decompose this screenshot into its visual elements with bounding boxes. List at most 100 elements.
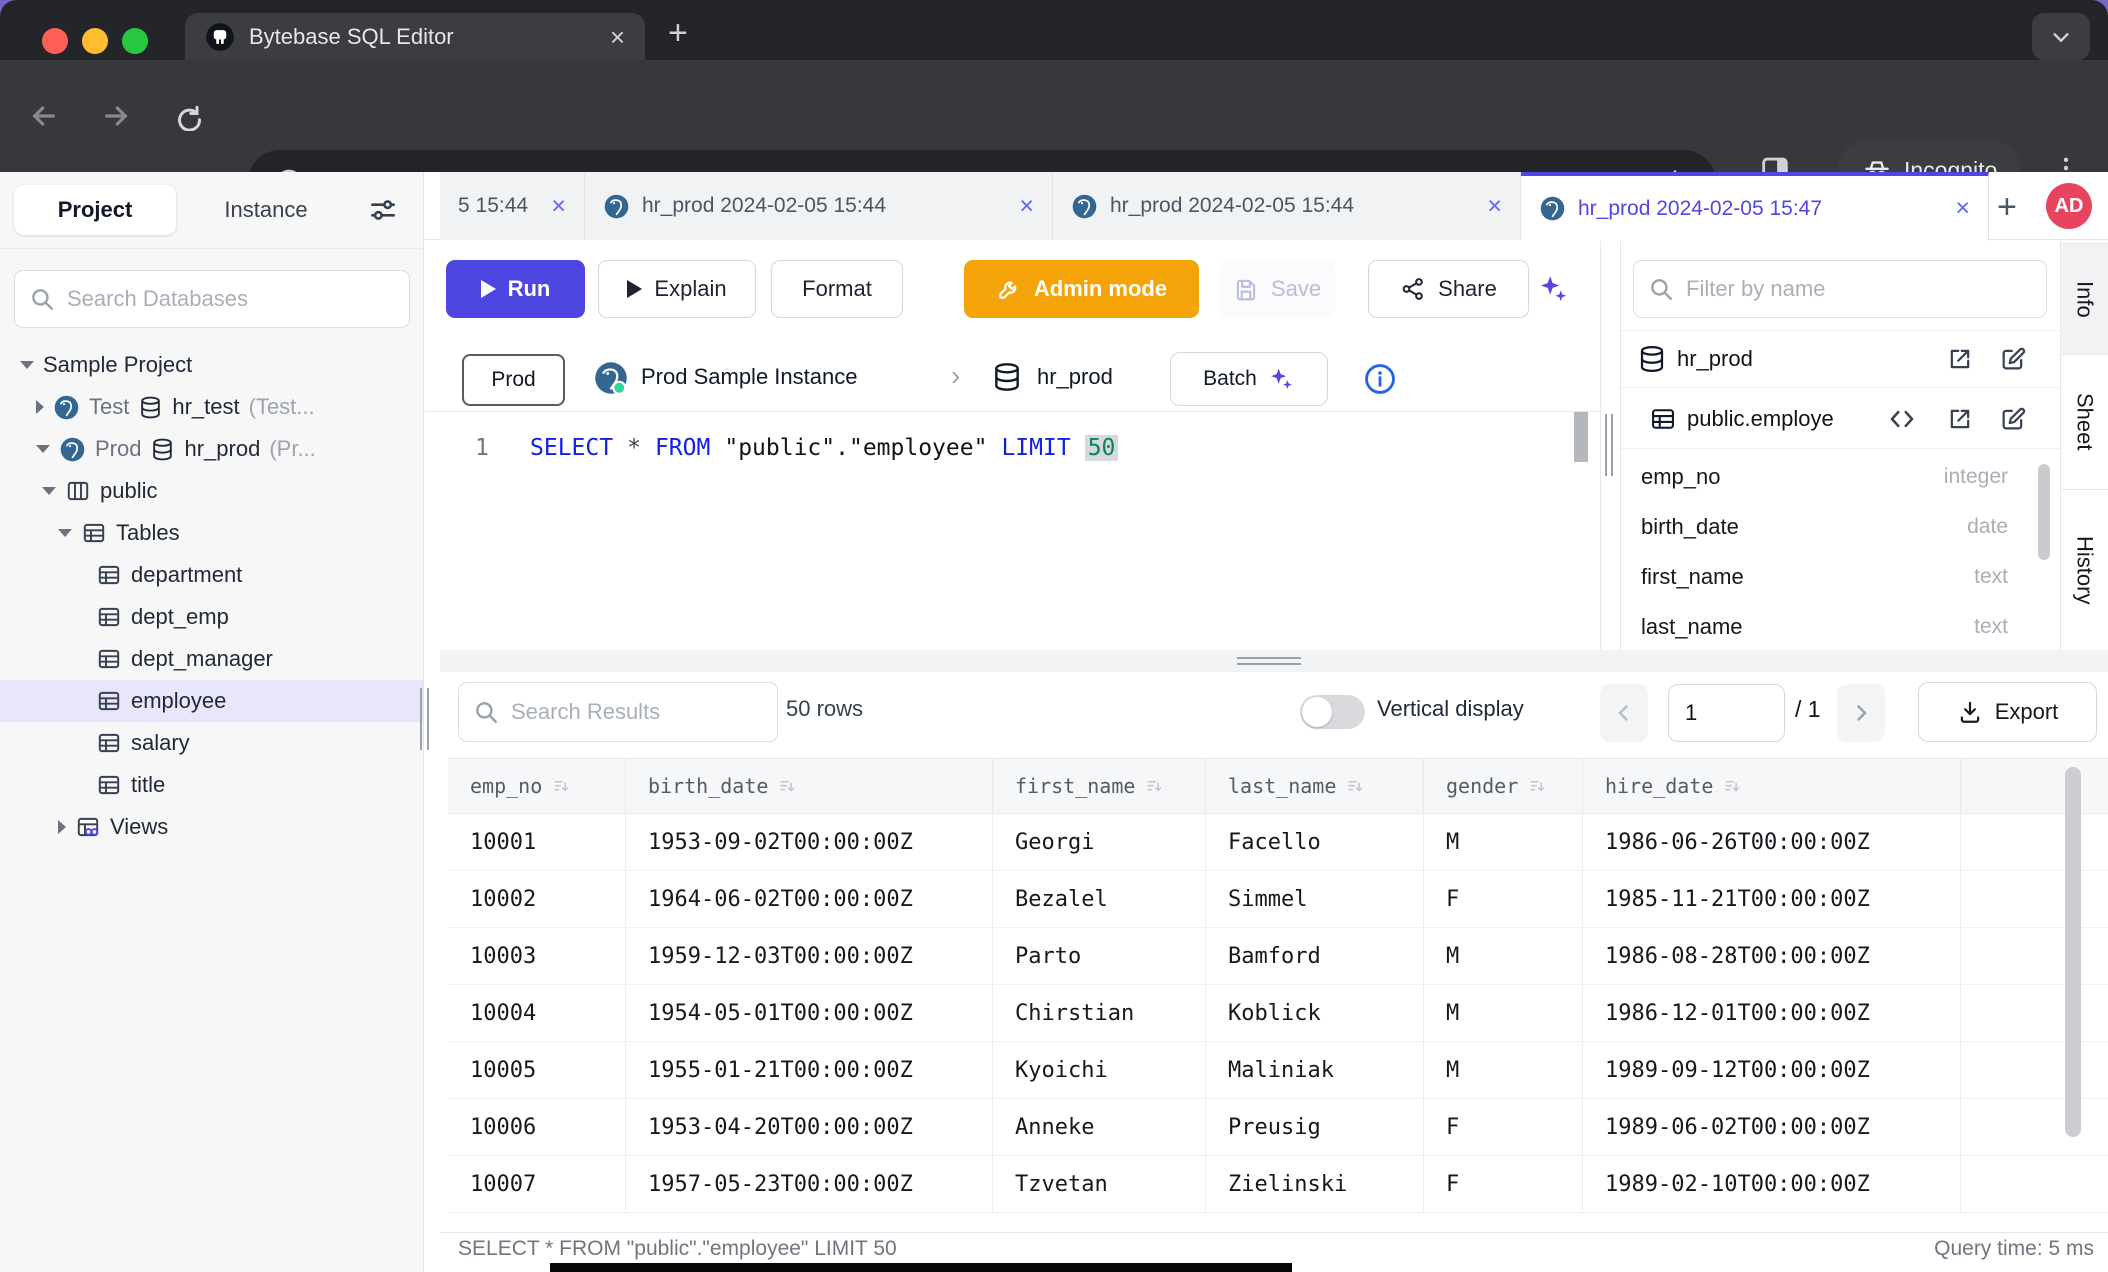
chevron-right-icon[interactable]	[58, 820, 66, 834]
new-query-tab-icon[interactable]: +	[1997, 188, 2017, 227]
column-header-birth-date[interactable]: birth_date	[626, 759, 993, 813]
schema-filter-input[interactable]	[1684, 275, 2032, 303]
avatar[interactable]: AD	[2046, 183, 2092, 229]
reload-icon[interactable]	[172, 101, 202, 131]
table-row[interactable]: 10003 1959-12-03T00:00:00Z Parto Bamford…	[448, 928, 2108, 985]
sidebar-resize-handle[interactable]	[420, 688, 422, 750]
schema-column-row[interactable]: last_name text	[1621, 602, 2060, 650]
back-icon[interactable]	[28, 100, 60, 132]
results-search-input[interactable]	[509, 698, 801, 726]
side-tab-info[interactable]: Info	[2061, 243, 2108, 355]
query-tab-2[interactable]: hr_prod 2024-02-05 15:44 ×	[585, 172, 1053, 240]
side-tab-sheet[interactable]: Sheet	[2061, 355, 2108, 490]
table-row[interactable]: 10004 1954-05-01T00:00:00Z Chirstian Kob…	[448, 985, 2108, 1042]
database-name[interactable]: hr_prod	[1037, 364, 1113, 390]
close-icon[interactable]: ×	[1487, 192, 1502, 221]
chevron-down-icon[interactable]	[36, 445, 50, 453]
schema-column-row[interactable]: first_name text	[1621, 552, 2060, 602]
browser-tab-title: Bytebase SQL Editor	[249, 24, 596, 50]
browser-tab-close-icon[interactable]: ×	[610, 24, 625, 50]
tree-item-project[interactable]: Sample Project	[0, 344, 423, 386]
column-header-emp-no[interactable]: emp_no	[448, 759, 626, 813]
query-tab-4-active[interactable]: hr_prod 2024-02-05 15:47 ×	[1521, 172, 1989, 241]
column-header-gender[interactable]: gender	[1424, 759, 1583, 813]
browser-tab[interactable]: Bytebase SQL Editor ×	[185, 13, 645, 60]
table-row[interactable]: 10001 1953-09-02T00:00:00Z Georgi Facell…	[448, 814, 2108, 871]
tree-item-prod-database[interactable]: Prod hr_prod (Pr...	[0, 428, 423, 470]
schema-filter[interactable]	[1633, 260, 2047, 318]
close-icon[interactable]: ×	[1019, 192, 1034, 221]
tree-item-table-salary[interactable]: salary	[0, 722, 423, 764]
traffic-light-close[interactable]	[42, 28, 68, 54]
sql-editor[interactable]: 1 SELECT*FROM"public"."employee"LIMIT50	[425, 430, 1600, 466]
results-search[interactable]	[458, 682, 778, 742]
tree-item-schema-public[interactable]: public	[0, 470, 423, 512]
next-page-button[interactable]	[1837, 684, 1885, 742]
save-button[interactable]: Save	[1219, 260, 1335, 318]
run-button[interactable]: Run	[446, 260, 585, 318]
tree-item-table-employee-selected[interactable]: employee	[0, 680, 423, 722]
query-tab-1[interactable]: 5 15:44 ×	[440, 172, 585, 240]
close-icon[interactable]: ×	[1955, 194, 1970, 223]
chevron-right-icon[interactable]	[36, 400, 44, 414]
schema-column-row[interactable]: emp_no integer	[1621, 452, 2060, 502]
column-header-last-name[interactable]: last_name	[1206, 759, 1424, 813]
table-row[interactable]: 10005 1955-01-21T00:00:00Z Kyoichi Malin…	[448, 1042, 2108, 1099]
edit-icon[interactable]	[1999, 345, 2027, 373]
schema-column-row[interactable]: birth_date date	[1621, 502, 2060, 552]
tree-item-table-title[interactable]: title	[0, 764, 423, 806]
traffic-light-maximize[interactable]	[122, 28, 148, 54]
database-search-input[interactable]	[65, 285, 395, 313]
chevron-down-icon[interactable]	[20, 361, 34, 369]
chevron-down-icon[interactable]	[42, 487, 56, 495]
tree-item-views-group[interactable]: Views	[0, 806, 423, 848]
table-row[interactable]: 10002 1964-06-02T00:00:00Z Bezalel Simme…	[448, 871, 2108, 928]
export-button[interactable]: Export	[1918, 682, 2097, 742]
external-link-icon[interactable]	[1946, 405, 1974, 433]
column-header-hire-date[interactable]: hire_date	[1583, 759, 1961, 813]
forward-icon[interactable]	[100, 100, 132, 132]
tree-item-test-database[interactable]: Test hr_test (Test...	[0, 386, 423, 428]
tab-project[interactable]: Project	[14, 185, 176, 235]
traffic-light-minimize[interactable]	[82, 28, 108, 54]
page-number-input[interactable]	[1668, 684, 1785, 742]
info-circle-icon[interactable]	[1363, 362, 1397, 396]
database-search[interactable]	[14, 270, 410, 328]
close-icon[interactable]: ×	[551, 192, 566, 221]
editor-scrollbar[interactable]	[1574, 412, 1588, 462]
vertical-display-toggle[interactable]	[1300, 695, 1365, 729]
results-scrollbar[interactable]	[2065, 767, 2081, 1137]
database-row[interactable]: hr_prod	[1621, 330, 2060, 388]
tree-item-table-dept-manager[interactable]: dept_manager	[0, 638, 423, 680]
side-tab-history[interactable]: History	[2061, 490, 2108, 650]
column-header-first-name[interactable]: first_name	[993, 759, 1206, 813]
tab-instance[interactable]: Instance	[196, 185, 336, 235]
panel-resize-handle[interactable]	[1611, 414, 1613, 476]
tree-item-table-department[interactable]: department	[0, 554, 423, 596]
ai-sparkles-icon[interactable]	[1531, 260, 1575, 318]
tree-settings-icon[interactable]	[367, 194, 399, 226]
chevron-down-icon[interactable]	[58, 529, 72, 537]
column-list-scrollbar[interactable]	[2038, 464, 2050, 560]
batch-button[interactable]: Batch	[1170, 352, 1328, 406]
tree-item-tables-group[interactable]: Tables	[0, 512, 423, 554]
table-row-header[interactable]: public.employe	[1621, 390, 2060, 449]
tables-group-label: Tables	[116, 520, 180, 546]
code-icon[interactable]	[1887, 404, 1917, 434]
instance-name[interactable]: Prod Sample Instance	[641, 364, 857, 390]
prev-page-button[interactable]	[1600, 684, 1648, 742]
panel-resize-handle[interactable]	[1605, 414, 1607, 476]
table-row[interactable]: 10007 1957-05-23T00:00:00Z Tzvetan Zieli…	[448, 1156, 2108, 1213]
admin-mode-button[interactable]: Admin mode	[964, 260, 1199, 318]
table-row[interactable]: 10006 1953-04-20T00:00:00Z Anneke Preusi…	[448, 1099, 2108, 1156]
query-tab-3[interactable]: hr_prod 2024-02-05 15:44 ×	[1053, 172, 1521, 240]
explain-button[interactable]: Explain	[598, 260, 756, 318]
browser-new-tab-icon[interactable]: +	[668, 14, 688, 53]
tree-item-table-dept-emp[interactable]: dept_emp	[0, 596, 423, 638]
horizontal-splitter[interactable]	[440, 650, 2108, 672]
tab-search-chevron-icon[interactable]	[2032, 13, 2090, 60]
share-button[interactable]: Share	[1368, 260, 1529, 318]
format-button[interactable]: Format	[771, 260, 903, 318]
edit-icon[interactable]	[1999, 405, 2027, 433]
external-link-icon[interactable]	[1946, 345, 1974, 373]
